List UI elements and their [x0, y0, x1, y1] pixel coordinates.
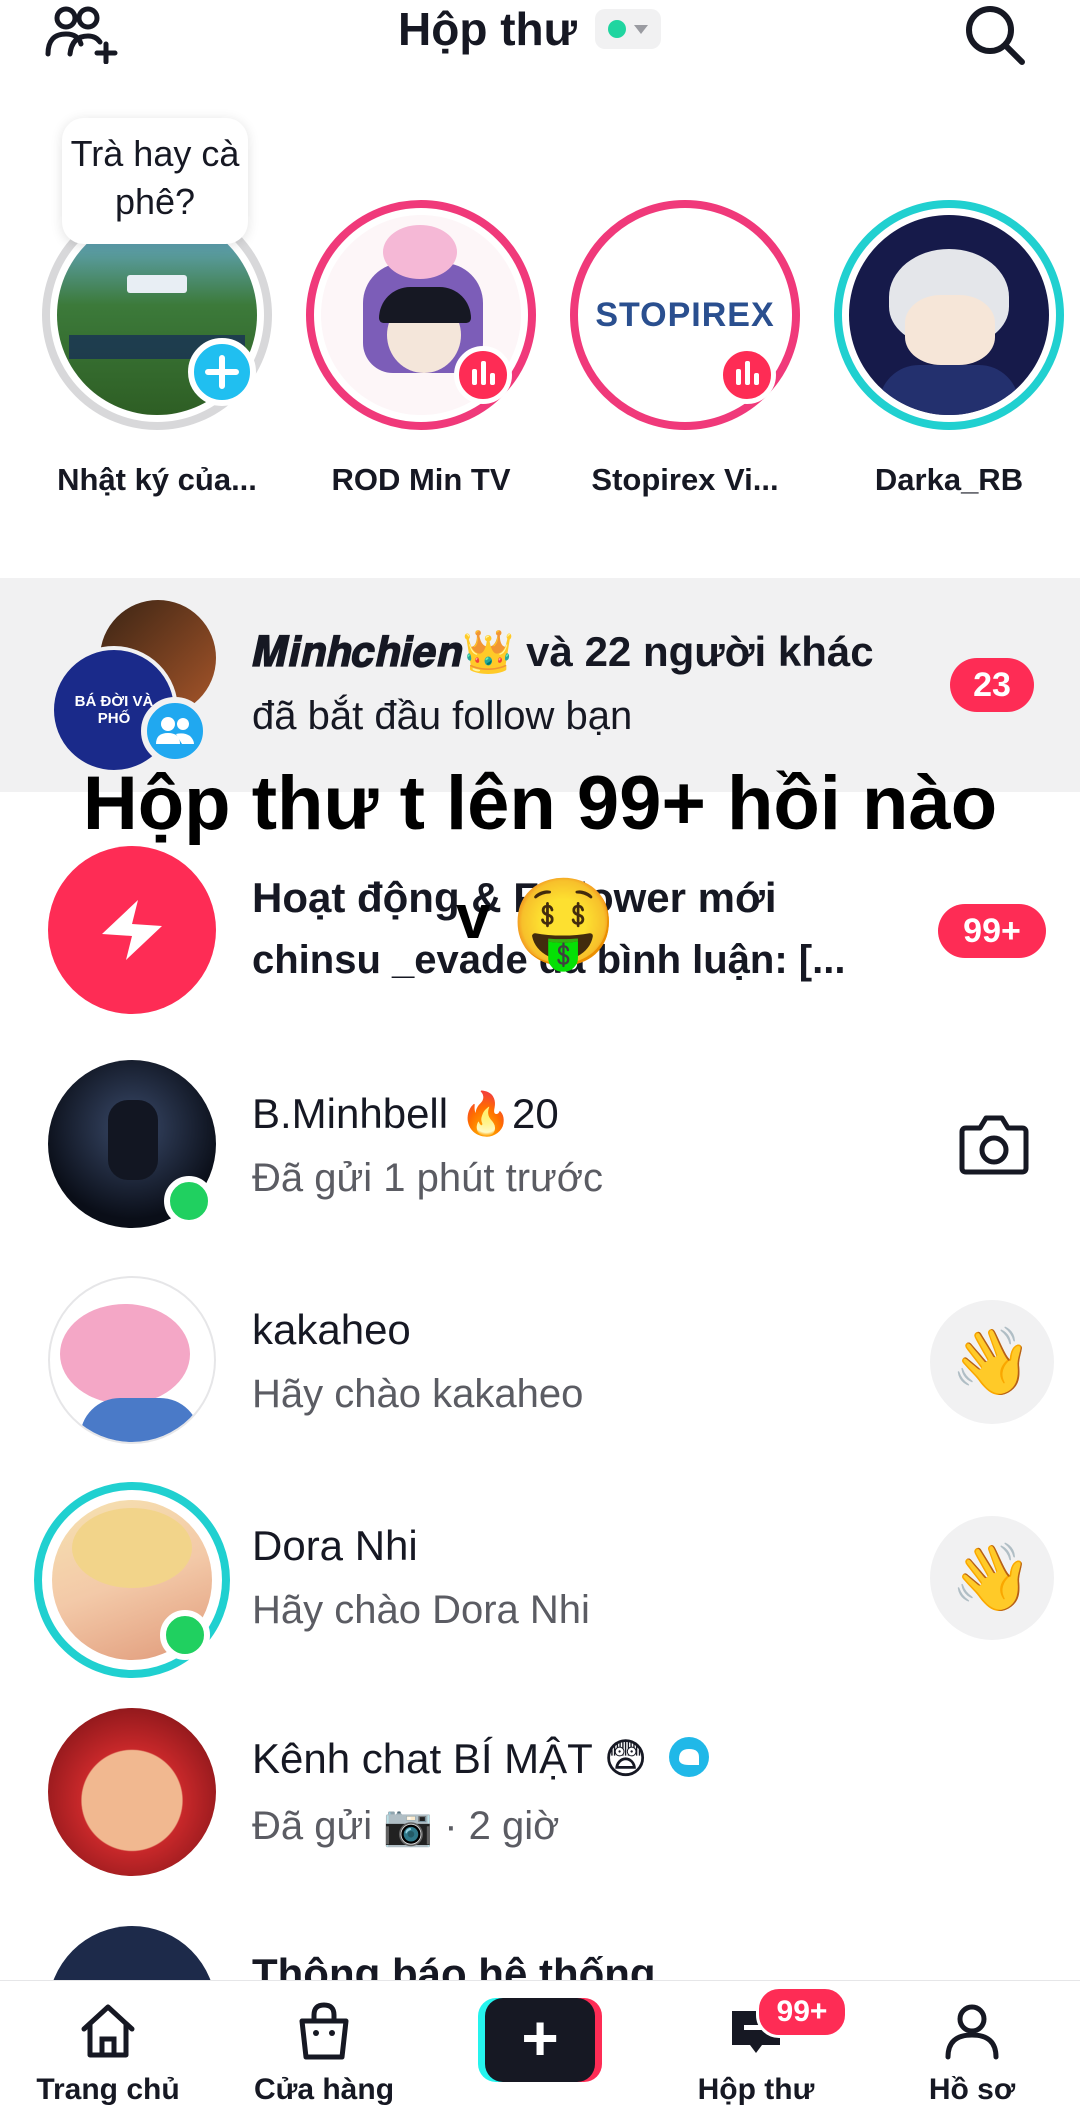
- profile-icon: [945, 2004, 999, 2060]
- follower-name: 𝑴𝒊𝒏𝒉𝒄𝒉𝒊𝒆𝒏👑: [252, 628, 515, 675]
- home-icon: [81, 2004, 135, 2058]
- overlay-caption: Hộp thư t lên 99+ hồi nào: [82, 761, 998, 846]
- create-button[interactable]: +: [478, 1998, 602, 2082]
- chat-message: Hãy chào kakaheo: [252, 1372, 584, 1416]
- chat-message: Hãy chào Dora Nhi: [252, 1588, 590, 1632]
- nav-profile[interactable]: Hồ sơ: [864, 1981, 1080, 2121]
- camera-icon[interactable]: [958, 1112, 1030, 1176]
- nav-inbox-label: Hộp thư: [697, 2073, 815, 2106]
- live-icon: [718, 346, 776, 404]
- add-story-icon[interactable]: [188, 338, 256, 406]
- followers-count-badge: 23: [950, 658, 1034, 712]
- followers-subtitle: đã bắt đầu follow bạn: [252, 694, 633, 738]
- chevron-down-icon: [633, 24, 648, 34]
- chat-row[interactable]: Kênh chat BÍ MẬT 😨 Đã gửi 📷 · 2 giờ: [0, 1708, 1080, 1878]
- story-avatar: [849, 215, 1049, 415]
- chat-message: Đã gửi 📷 · 2 giờ: [252, 1804, 560, 1848]
- money-face-emoji: 🤑: [510, 875, 618, 971]
- nav-shop[interactable]: Cửa hàng: [216, 1981, 432, 2121]
- overlay-caption-2: v: [456, 883, 491, 952]
- story-name: ROD Min TV: [331, 462, 511, 497]
- followers-icon: [141, 697, 209, 765]
- chat-name: B.Minhbell 🔥20: [252, 1090, 559, 1137]
- chat-avatar: [48, 1276, 216, 1444]
- chat-avatar: [48, 1926, 216, 1982]
- chat-message: Đã gửi 1 phút trước: [252, 1156, 604, 1200]
- nav-profile-label: Hồ sơ: [928, 2073, 1016, 2106]
- chat-row[interactable]: Dora Nhi Hãy chào Dora Nhi 👋: [0, 1480, 1080, 1678]
- title-wrap[interactable]: Hộp thư: [398, 2, 661, 56]
- story-name: Darka_RB: [874, 462, 1024, 497]
- wave-button[interactable]: 👋: [930, 1516, 1054, 1640]
- status-selector[interactable]: [594, 9, 661, 49]
- top-bar: Hộp thư: [0, 0, 1080, 80]
- online-indicator-icon: [160, 1610, 210, 1660]
- note-bubble[interactable]: Trà hay cà phê?: [62, 118, 248, 244]
- nav-home-label: Trang chủ: [36, 2073, 180, 2106]
- chat-name: kakaheo: [252, 1306, 411, 1353]
- search-icon[interactable]: [962, 2, 1028, 68]
- online-indicator-icon: [164, 1176, 214, 1226]
- live-icon: [454, 346, 512, 404]
- story-name: Stopirex Vi...: [591, 462, 779, 497]
- chat-row[interactable]: B.Minhbell 🔥20 Đã gửi 1 phút trước: [0, 1060, 1080, 1230]
- chat-name: Dora Nhi: [252, 1522, 418, 1569]
- chat-row[interactable]: kakaheo Hãy chào kakaheo 👋: [0, 1276, 1080, 1446]
- wave-button[interactable]: 👋: [930, 1300, 1054, 1424]
- story-name: Nhật ký của...: [57, 462, 257, 497]
- wave-icon: 👋: [950, 1324, 1034, 1398]
- chat-row[interactable]: Thông báo hệ thống: [0, 1922, 1080, 1982]
- page-title: Hộp thư: [398, 3, 577, 55]
- chat-name: Kênh chat BÍ MẬT 😨: [252, 1734, 711, 1783]
- nav-shop-label: Cửa hàng: [253, 2073, 395, 2106]
- story-avatar-text: STOPIREX: [595, 295, 775, 334]
- chat-name: Thông báo hệ thống: [252, 1950, 656, 1982]
- inbox-badge: 99+: [756, 1986, 848, 2038]
- lightning-icon: [102, 900, 162, 960]
- online-status-icon: [607, 20, 626, 38]
- nav-home[interactable]: Trang chủ: [0, 1981, 216, 2121]
- chat-avatar: [48, 1708, 216, 1876]
- shopping-bag-icon: [299, 2002, 349, 2060]
- activity-count-badge: 99+: [938, 904, 1046, 958]
- verified-chat-icon: [669, 1737, 710, 1777]
- wave-icon: 👋: [950, 1540, 1034, 1614]
- plus-icon: +: [485, 1998, 595, 2082]
- add-friends-icon[interactable]: [44, 4, 124, 64]
- followers-title: 𝑴𝒊𝒏𝒉𝒄𝒉𝒊𝒆𝒏👑 và 22 người khác: [252, 628, 874, 675]
